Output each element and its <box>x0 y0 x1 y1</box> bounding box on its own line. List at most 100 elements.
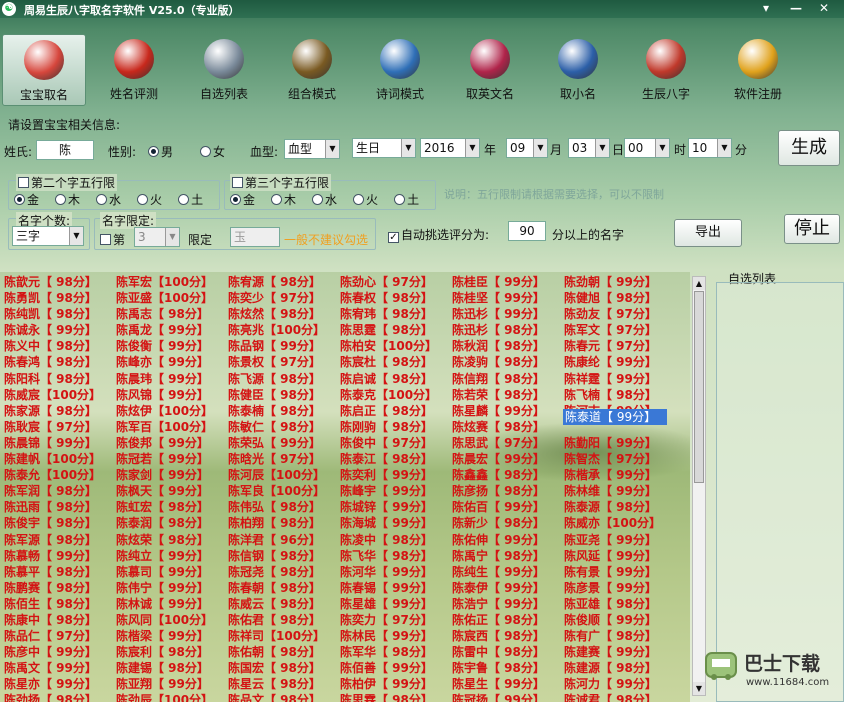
name-item[interactable]: 陈海城【 99分】 <box>340 515 452 531</box>
name-item[interactable]: 陈柏安【100分】 <box>340 338 452 354</box>
name-item[interactable]: 陈彦扬【 98分】 <box>452 483 564 499</box>
name-item[interactable]: 陈伟弘【 98分】 <box>228 499 340 515</box>
toolbar-owl-button[interactable]: 取小名 <box>536 34 620 106</box>
name-item[interactable]: 陈威亦【100分】 <box>564 515 676 531</box>
name-item[interactable]: 陈晨宏【 99分】 <box>452 451 564 467</box>
minimize-button[interactable]: — <box>786 0 806 17</box>
name-item[interactable]: 陈阳科【 98分】 <box>4 371 116 387</box>
name-item[interactable]: 陈歆元【 98分】 <box>4 274 116 290</box>
name-item[interactable]: 陈伟宁【 99分】 <box>116 580 228 596</box>
name-item[interactable]: 陈林民【 99分】 <box>340 628 452 644</box>
toolbar-bagua-button[interactable]: 生辰八字 <box>624 34 708 106</box>
element-radio-3[interactable]: 火 <box>137 193 162 207</box>
name-item[interactable]: 陈峰亦【 99分】 <box>116 354 228 370</box>
name-item[interactable]: 陈林诚【 99分】 <box>116 596 228 612</box>
name-item[interactable]: 陈思霖【 98分】 <box>340 692 452 702</box>
name-item[interactable]: 陈泰润【 98分】 <box>116 515 228 531</box>
name-item[interactable]: 陈春锡【 99分】 <box>340 580 452 596</box>
name-item[interactable]: 陈彦景【 99分】 <box>564 580 676 596</box>
selected-name-item[interactable]: 陈泰道【 99分】 <box>563 409 667 425</box>
element-radio-4[interactable]: 土 <box>178 193 203 207</box>
element-radio-2[interactable]: 水 <box>312 193 337 207</box>
name-item[interactable]: 陈冠扬【 99分】 <box>452 692 564 702</box>
element-radio-2[interactable]: 水 <box>96 193 121 207</box>
favorites-list[interactable] <box>716 282 844 702</box>
name-item[interactable]: 陈禹龙【 99分】 <box>116 322 228 338</box>
name-item[interactable]: 陈奕少【 97分】 <box>228 290 340 306</box>
name-item[interactable]: 陈炫然【 98分】 <box>228 306 340 322</box>
name-item[interactable]: 陈荣弘【 99分】 <box>228 435 340 451</box>
name-item[interactable]: 陈宸利【 98分】 <box>116 644 228 660</box>
name-item[interactable]: 陈军源【 98分】 <box>4 532 116 548</box>
name-item[interactable]: 陈智杰【 97分】 <box>564 451 676 467</box>
limit-position-select[interactable]: 3 ▼ <box>134 227 180 247</box>
name-item[interactable]: 陈晨玮【 99分】 <box>116 371 228 387</box>
name-item[interactable]: 陈耿宸【 97分】 <box>4 419 116 435</box>
gender-female-radio[interactable]: 女 <box>200 143 225 160</box>
name-item[interactable]: 陈星亦【 99分】 <box>4 676 116 692</box>
name-item[interactable]: 陈佰善【 99分】 <box>340 660 452 676</box>
name-item[interactable]: 陈佑百【 99分】 <box>452 499 564 515</box>
name-item[interactable]: 陈军华【 98分】 <box>340 644 452 660</box>
name-item[interactable]: 陈有景【 99分】 <box>564 564 676 580</box>
toolbar-book-button[interactable]: 诗词模式 <box>358 34 442 106</box>
name-item[interactable]: 陈新少【 98分】 <box>452 515 564 531</box>
name-item[interactable]: 陈晨锦【 99分】 <box>4 435 116 451</box>
name-item[interactable]: 陈迅雨【 98分】 <box>4 499 116 515</box>
name-item[interactable]: 陈奕利【 99分】 <box>340 467 452 483</box>
name-item[interactable]: 陈宥源【 98分】 <box>228 274 340 290</box>
name-item[interactable]: 陈禹宁【 98分】 <box>452 548 564 564</box>
name-item[interactable]: 陈思霆【 98分】 <box>340 322 452 338</box>
toolbar-baby-button[interactable]: 宝宝取名 <box>2 34 86 106</box>
name-item[interactable]: 陈雷中【 98分】 <box>452 644 564 660</box>
toolbar-dragon-button[interactable]: 组合模式 <box>270 34 354 106</box>
name-item[interactable]: 陈枫天【 99分】 <box>116 483 228 499</box>
name-item[interactable]: 陈祥霆【 99分】 <box>564 371 676 387</box>
name-item[interactable]: 陈柏伊【 99分】 <box>340 676 452 692</box>
blood-type-select[interactable]: 血型 ▼ <box>284 139 340 159</box>
name-item[interactable]: 陈星雄【 99分】 <box>340 596 452 612</box>
name-item[interactable]: 陈劲扬【 98分】 <box>4 692 116 702</box>
name-item[interactable]: 陈炫伊【100分】 <box>116 403 228 419</box>
menu-icon[interactable]: ▾ <box>756 0 776 17</box>
name-item[interactable]: 陈春鸿【 98分】 <box>4 354 116 370</box>
name-item[interactable]: 陈慕畅【 99分】 <box>4 548 116 564</box>
name-item[interactable]: 陈健旭【 98分】 <box>564 290 676 306</box>
name-item[interactable]: 陈亚翔【 99分】 <box>116 676 228 692</box>
name-item[interactable]: 陈迅杉【 99分】 <box>452 306 564 322</box>
name-item[interactable]: 陈佑君【 98分】 <box>228 612 340 628</box>
name-item[interactable]: 陈俊中【 97分】 <box>340 435 452 451</box>
name-item[interactable]: 陈奕力【 97分】 <box>340 612 452 628</box>
name-item[interactable]: 陈林维【 99分】 <box>564 483 676 499</box>
name-item[interactable]: 陈劲朝【 99分】 <box>564 274 676 290</box>
toolbar-crest-button[interactable]: 取英文名 <box>448 34 532 106</box>
score-threshold-input[interactable]: 90 <box>508 221 546 241</box>
second-char-limit-checkbox[interactable]: 第二个字五行限 <box>16 174 118 191</box>
name-item[interactable]: 陈敏仁【 98分】 <box>228 419 340 435</box>
generate-button[interactable]: 生成 <box>778 130 840 166</box>
minute-select[interactable]: 10 ▼ <box>688 138 732 158</box>
name-item[interactable]: 陈河辰【100分】 <box>228 467 340 483</box>
third-char-limit-checkbox[interactable]: 第三个字五行限 <box>230 174 332 191</box>
name-item[interactable]: 陈桂坚【 99分】 <box>452 290 564 306</box>
names-scrollbar[interactable]: ▲ ▼ <box>692 276 706 696</box>
name-item[interactable]: 陈炫赛【 98分】 <box>452 419 564 435</box>
toolbar-brush-button[interactable]: 自选列表 <box>182 34 266 106</box>
name-item[interactable]: 陈风锦【 99分】 <box>116 387 228 403</box>
name-item[interactable]: 陈建源【 98分】 <box>564 660 676 676</box>
name-item[interactable]: 陈星麟【 99分】 <box>452 403 564 419</box>
name-item[interactable]: 陈彦中【 99分】 <box>4 644 116 660</box>
name-item[interactable]: 陈泰江【 98分】 <box>340 451 452 467</box>
name-item[interactable]: 陈信翔【 98分】 <box>452 371 564 387</box>
name-item[interactable]: 陈晗光【 97分】 <box>228 451 340 467</box>
name-item[interactable]: 陈春权【 98分】 <box>340 290 452 306</box>
name-item[interactable]: 陈康纶【 99分】 <box>564 354 676 370</box>
name-item[interactable]: 陈泰克【100分】 <box>340 387 452 403</box>
name-item[interactable]: 陈亚雄【 98分】 <box>564 596 676 612</box>
name-item[interactable]: 陈秋润【 98分】 <box>452 338 564 354</box>
name-item[interactable]: 陈劲辰【100分】 <box>116 692 228 702</box>
name-item[interactable]: 陈康中【 98分】 <box>4 612 116 628</box>
name-item[interactable]: 陈泰源【 98分】 <box>564 499 676 515</box>
name-item[interactable]: 陈军良【100分】 <box>228 483 340 499</box>
name-item[interactable]: 陈劲友【 97分】 <box>564 306 676 322</box>
